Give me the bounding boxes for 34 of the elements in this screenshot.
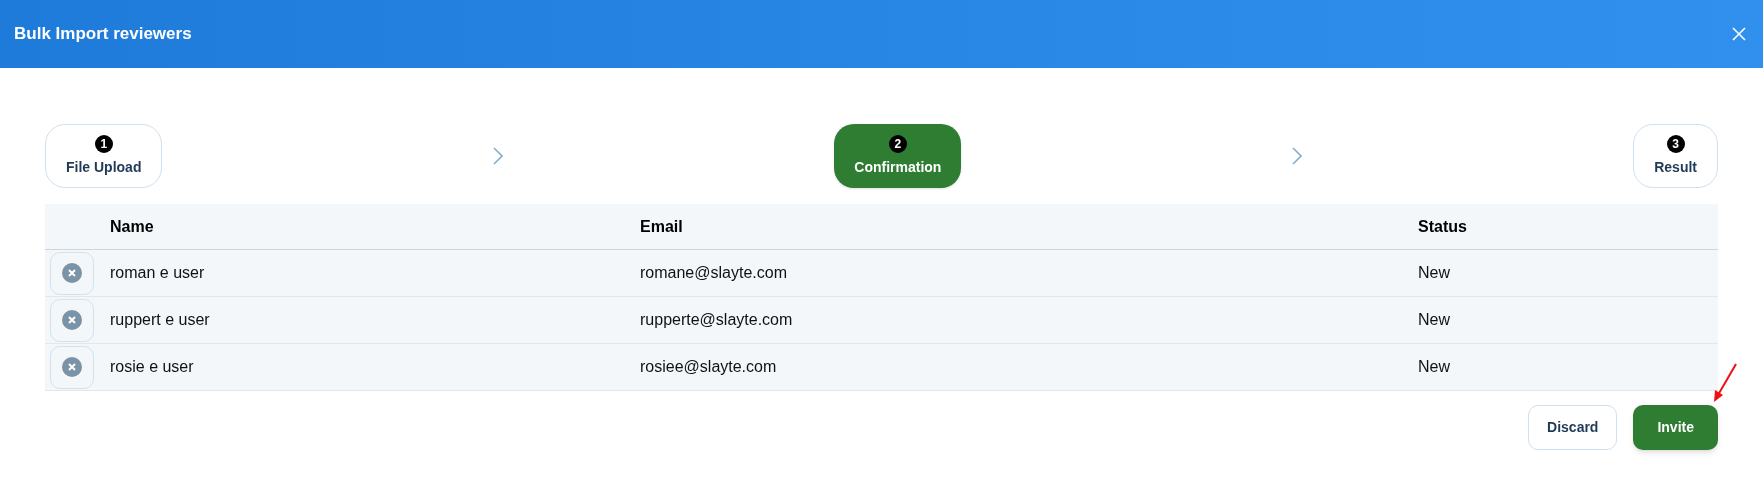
table-cell-text: rosiee@slayte.com: [640, 357, 778, 377]
step-tab[interactable]: 2 Confirmation: [834, 124, 962, 188]
table-cell-text: New: [1418, 310, 1451, 330]
step-number-badge: 2: [888, 134, 907, 153]
table-cell-text: New: [1418, 263, 1451, 283]
table-cell-text: ruppert e user: [110, 310, 211, 330]
table-cell-text: rupperte@slayte.com: [640, 310, 794, 330]
step-number-badge: 1: [94, 134, 113, 153]
discard-button[interactable]: Discard: [1528, 405, 1618, 450]
column-header: Email: [640, 216, 684, 237]
annotation-arrow: [1711, 362, 1739, 404]
step-label: Result: [1654, 157, 1697, 177]
step-tab[interactable]: 3 Result: [1633, 124, 1718, 188]
step-label: Confirmation: [854, 157, 942, 177]
column-header: Status: [1418, 216, 1468, 237]
table-cell-text: New: [1418, 357, 1451, 377]
chevron-right-icon: [1292, 147, 1303, 165]
table-cell-text: roman e user: [110, 263, 206, 283]
remove-icon: [62, 263, 82, 283]
remove-icon: [62, 357, 82, 377]
remove-button[interactable]: [50, 251, 94, 295]
dialog-title: Bulk Import reviewers: [14, 23, 192, 46]
table-cell-text: romane@slayte.com: [640, 263, 788, 283]
remove-icon: [62, 310, 82, 330]
close-icon[interactable]: [1731, 26, 1747, 42]
chevron-right-icon: [493, 147, 504, 165]
remove-button[interactable]: [50, 345, 94, 389]
step-tab[interactable]: 1 File Upload: [45, 124, 163, 188]
step-label: File Upload: [66, 157, 142, 177]
column-header: Name: [110, 216, 155, 237]
step-number-badge: 3: [1666, 134, 1685, 153]
remove-button[interactable]: [50, 298, 94, 342]
table-cell-text: rosie e user: [110, 357, 195, 377]
invite-button[interactable]: Invite: [1633, 405, 1718, 450]
